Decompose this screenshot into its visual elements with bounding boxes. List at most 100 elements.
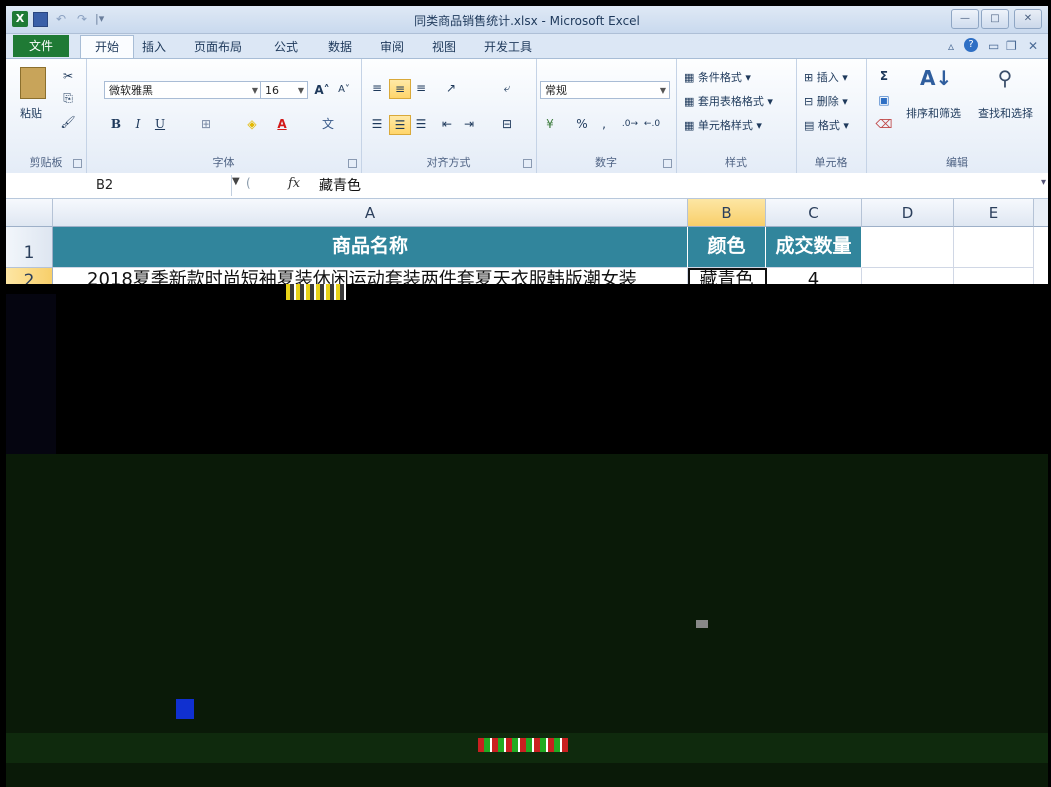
window-title: 同类商品销售统计.xlsx - Microsoft Excel — [414, 14, 640, 28]
copy-icon[interactable]: ⎘ — [58, 89, 78, 107]
tab-file[interactable]: 文件 — [13, 35, 69, 57]
column-header-c[interactable]: C — [766, 199, 862, 227]
name-box-dropdown-icon[interactable]: ▼ — [232, 176, 240, 187]
group-clipboard: 粘贴 ✂ ⎘ 🖌 剪贴板 — [6, 59, 87, 173]
alignment-launcher-icon[interactable] — [523, 159, 532, 168]
vertical-scrollbar[interactable] — [1034, 199, 1048, 227]
conditional-format-button[interactable]: ▦ 条件格式 ▾ — [684, 69, 751, 85]
minimize-button[interactable]: — — [951, 9, 979, 29]
cell-styles-button[interactable]: ▦ 单元格样式 ▾ — [684, 117, 762, 133]
decrease-indent-icon[interactable]: ⇤ — [437, 115, 457, 133]
cell-d2[interactable] — [862, 268, 954, 284]
sort-filter-icon[interactable]: A↓ — [920, 68, 952, 95]
cell-e2[interactable] — [954, 268, 1034, 284]
font-launcher-icon[interactable] — [348, 159, 357, 168]
format-as-table-label: 套用表格格式 — [697, 95, 764, 108]
decrease-decimal-icon[interactable]: ←.0 — [642, 115, 662, 133]
format-cells-button[interactable]: ▤ 格式 ▾ — [804, 117, 849, 133]
insert-cells-button[interactable]: ⊞ 插入 ▾ — [804, 69, 848, 85]
underline-button[interactable]: U — [150, 115, 170, 133]
column-header-d[interactable]: D — [862, 199, 954, 227]
increase-indent-icon[interactable]: ⇥ — [459, 115, 479, 133]
comma-icon[interactable]: , — [594, 115, 614, 133]
column-header-a[interactable]: A — [53, 199, 688, 227]
tab-developer[interactable]: 开发工具 — [484, 38, 532, 55]
row-header-1[interactable]: 1 — [6, 227, 53, 268]
maximize-button[interactable]: □ — [981, 9, 1009, 29]
doc-minimize-icon[interactable]: ▭ — [988, 39, 999, 53]
align-middle-icon[interactable]: ≡ — [389, 79, 411, 99]
percent-button[interactable]: % — [572, 115, 592, 133]
bold-button[interactable]: B — [106, 115, 126, 133]
cell-d1[interactable] — [862, 227, 954, 268]
row-header-2[interactable]: 2 — [6, 268, 53, 284]
fill-color-icon[interactable]: ◈ — [242, 115, 262, 133]
name-box[interactable]: B2 — [6, 175, 232, 196]
number-format-combo[interactable]: 常规 ▼ — [540, 81, 670, 99]
group-font: 微软雅黑 ▼ 16 ▼ A˄ A˅ B I U ⊞ ◈ A 文 字体 — [86, 59, 362, 173]
borders-icon[interactable]: ⊞ — [196, 115, 216, 133]
phonetic-icon[interactable]: 文 — [318, 115, 338, 133]
increase-decimal-icon[interactable]: .0→ — [620, 115, 640, 133]
merge-center-icon[interactable]: ⊟ — [497, 115, 517, 133]
column-header-b[interactable]: B — [688, 199, 766, 227]
align-left-icon[interactable]: ☰ — [367, 115, 387, 133]
tab-view[interactable]: 视图 — [432, 38, 456, 55]
currency-icon[interactable]: ¥ — [540, 115, 560, 133]
find-select-button[interactable]: 查找和选择 — [978, 105, 1033, 121]
glitch-artifact — [176, 699, 194, 719]
font-size-combo[interactable]: 16 ▼ — [260, 81, 308, 99]
font-name-combo[interactable]: 微软雅黑 ▼ — [104, 81, 262, 99]
formula-input[interactable]: 藏青色 — [319, 176, 361, 196]
cell-e1[interactable] — [954, 227, 1034, 268]
number-launcher-icon[interactable] — [663, 159, 672, 168]
cell-c1[interactable]: 成交数量 — [766, 227, 862, 268]
cut-icon[interactable]: ✂ — [58, 67, 78, 85]
cell-a1[interactable]: 商品名称 — [53, 227, 688, 268]
help-icon[interactable]: ? — [964, 38, 978, 52]
glitch-artifact — [478, 738, 568, 752]
shrink-font-icon[interactable]: A˅ — [334, 81, 354, 99]
column-header-e[interactable]: E — [954, 199, 1034, 227]
format-as-table-button[interactable]: ▦ 套用表格格式 ▾ — [684, 93, 773, 109]
delete-cells-button[interactable]: ⊟ 删除 ▾ — [804, 93, 848, 109]
tab-page-layout[interactable]: 页面布局 — [194, 38, 242, 55]
number-format-value: 常规 — [545, 84, 567, 97]
sort-filter-button[interactable]: 排序和筛选 — [906, 105, 961, 121]
insert-function-icon[interactable]: fx — [288, 176, 300, 191]
align-bottom-icon[interactable]: ≡ — [411, 79, 431, 97]
grow-font-icon[interactable]: A˄ — [312, 81, 332, 99]
italic-button[interactable]: I — [128, 115, 148, 133]
tab-insert[interactable]: 插入 — [142, 38, 166, 55]
cell-a2[interactable]: 2018夏季新款时尚短袖夏装休闲运动套装两件套夏天衣服韩版潮女装 — [53, 268, 688, 284]
clipboard-launcher-icon[interactable] — [73, 159, 82, 168]
align-right-icon[interactable]: ☰ — [411, 115, 431, 133]
autosum-icon[interactable]: Σ — [874, 67, 894, 85]
chevron-down-icon: ▼ — [297, 86, 304, 95]
paste-icon[interactable] — [20, 67, 46, 99]
tab-formulas[interactable]: 公式 — [274, 38, 298, 55]
tab-data[interactable]: 数据 — [328, 38, 352, 55]
doc-restore-icon[interactable]: ❐ — [1006, 39, 1017, 53]
expand-formula-icon[interactable]: ▾ — [1041, 177, 1046, 188]
group-label-styles: 样式 — [725, 156, 747, 169]
clear-icon[interactable]: ⌫ — [874, 115, 894, 133]
find-binoculars-icon[interactable]: ⚲ — [990, 68, 1020, 95]
align-center-icon[interactable]: ☰ — [389, 115, 411, 135]
paste-button[interactable]: 粘贴 — [20, 105, 42, 121]
orientation-icon[interactable]: ↗ — [441, 79, 461, 97]
tab-home[interactable]: 开始 — [80, 35, 134, 59]
cell-b1[interactable]: 颜色 — [688, 227, 766, 268]
fill-icon[interactable]: ▣ — [874, 91, 894, 109]
font-color-icon[interactable]: A — [272, 115, 292, 133]
ribbon-minimize-icon[interactable]: ▵ — [948, 39, 954, 53]
wrap-text-icon[interactable]: ⤶ — [497, 79, 517, 97]
close-button[interactable]: ✕ — [1014, 9, 1042, 29]
format-painter-icon[interactable]: 🖌 — [58, 113, 78, 131]
select-all-corner[interactable] — [6, 199, 53, 227]
cell-c2[interactable]: 4 — [766, 268, 862, 284]
tab-review[interactable]: 审阅 — [380, 38, 404, 55]
glitch-artifact — [6, 294, 56, 474]
align-top-icon[interactable]: ≡ — [367, 79, 387, 97]
doc-close-icon[interactable]: ✕ — [1028, 39, 1038, 53]
